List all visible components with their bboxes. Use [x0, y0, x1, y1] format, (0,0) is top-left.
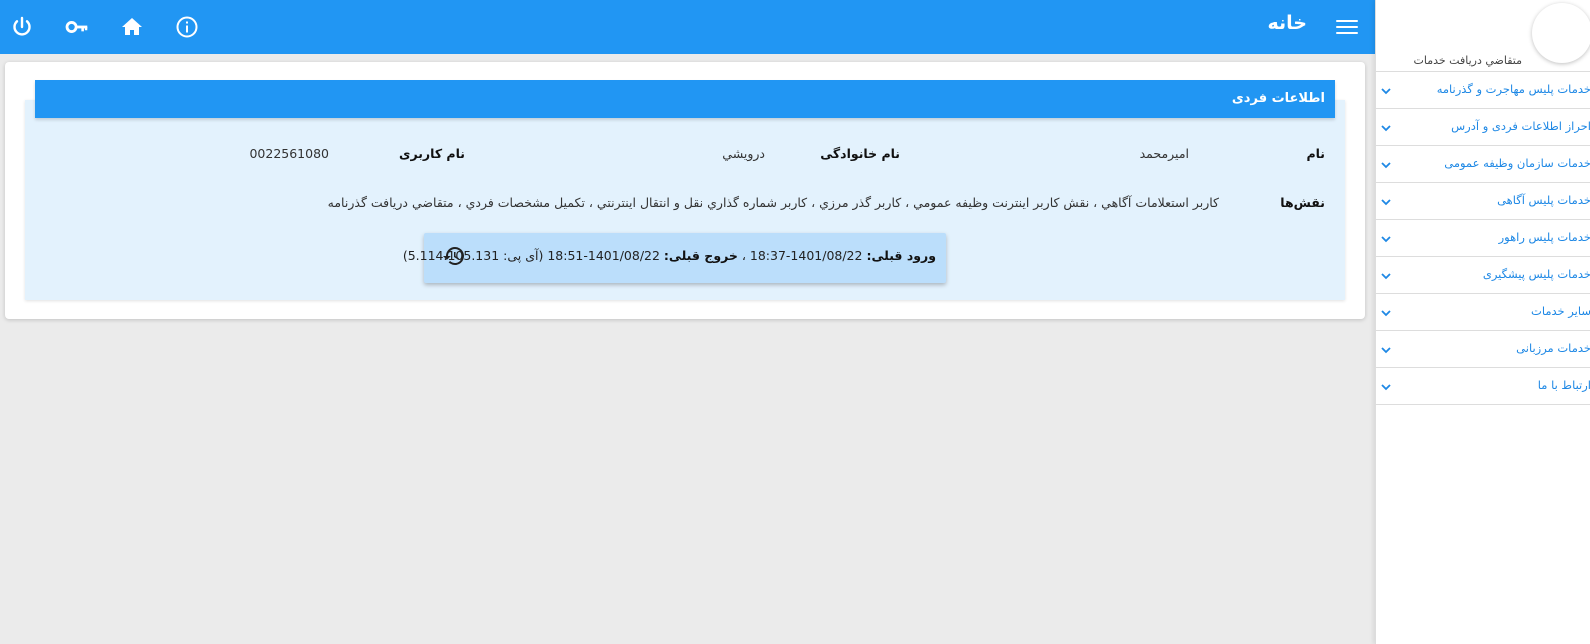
roles-value: کاربر استعلامات آگاهي ، نقش کاربر اينترن…	[327, 195, 1219, 210]
username-value: 0022561080	[249, 146, 329, 161]
menu-icon[interactable]	[1336, 16, 1358, 38]
sidebar-item-label: ارتباط با ما	[1537, 378, 1590, 392]
chevron-down-icon	[1381, 88, 1391, 95]
last-login-text: ورود قبلی: 1401/08/22-18:37 ، خروج قبلی:…	[403, 248, 936, 263]
sidebar-item-other-services[interactable]: سایر خدمات	[1376, 294, 1590, 331]
sidebar-nav: خدمات پلیس مهاجرت و گذرنامه احراز اطلاعا…	[1376, 71, 1590, 405]
family-value: درويشي	[722, 146, 765, 161]
avatar[interactable]	[1532, 3, 1590, 63]
info-icon[interactable]	[173, 13, 201, 41]
top-app-bar: خانه	[0, 0, 1375, 54]
last-login-box: ورود قبلی: 1401/08/22-18:37 ، خروج قبلی:…	[403, 233, 946, 283]
roles-label: نقش‌ها	[1280, 195, 1325, 210]
key-icon[interactable]	[63, 13, 91, 41]
chevron-down-icon	[1381, 236, 1391, 243]
sidebar: متقاضي دريافت خدمات خدمات پلیس مهاجرت و …	[1375, 0, 1590, 644]
sidebar-item-border-guard[interactable]: خدمات مرزبانی	[1376, 331, 1590, 368]
power-icon[interactable]	[8, 13, 36, 41]
sidebar-item-label: سایر خدمات	[1531, 304, 1590, 318]
profile-card: اطلاعات فردی نام اميرمحمد نام خانوادگی د…	[5, 62, 1365, 319]
sidebar-item-immigration-passport[interactable]: خدمات پلیس مهاجرت و گذرنامه	[1376, 72, 1590, 109]
sidebar-item-label: خدمات پلیس پیشگیری	[1482, 267, 1590, 281]
chevron-down-icon	[1381, 273, 1391, 280]
chevron-down-icon	[1381, 347, 1391, 354]
name-value: اميرمحمد	[1139, 146, 1189, 161]
chevron-down-icon	[1381, 125, 1391, 132]
user-role: متقاضي دريافت خدمات	[1413, 54, 1523, 67]
sidebar-item-conscription[interactable]: خدمات سازمان وظیفه عمومی	[1376, 146, 1590, 183]
sidebar-item-label: احراز اطلاعات فردی و آدرس	[1451, 119, 1590, 133]
chevron-down-icon	[1381, 310, 1391, 317]
chevron-down-icon	[1381, 199, 1391, 206]
prev-login-value: 1401/08/22-18:37 ،	[741, 248, 863, 263]
page-title: خانه	[1267, 12, 1307, 34]
sidebar-item-prevention-police[interactable]: خدمات پلیس پیشگیری	[1376, 257, 1590, 294]
sidebar-item-identity-address[interactable]: احراز اطلاعات فردی و آدرس	[1376, 109, 1590, 146]
sidebar-item-contact-us[interactable]: ارتباط با ما	[1376, 368, 1590, 405]
sidebar-item-traffic-police[interactable]: خدمات پلیس راهور	[1376, 220, 1590, 257]
section-header: اطلاعات فردی	[35, 80, 1335, 118]
name-label: نام	[1306, 146, 1325, 161]
username-label: نام کاربری	[399, 146, 465, 161]
sidebar-item-label: خدمات پلیس آگاهی	[1497, 193, 1590, 207]
prev-logout-label: خروج قبلی:	[663, 248, 738, 263]
family-label: نام خانوادگی	[820, 146, 900, 161]
chevron-down-icon	[1381, 384, 1391, 391]
chevron-down-icon	[1381, 162, 1391, 169]
home-icon[interactable]	[118, 13, 146, 41]
sidebar-item-label: خدمات مرزبانی	[1516, 341, 1590, 355]
sidebar-item-label: خدمات پلیس مهاجرت و گذرنامه	[1436, 82, 1590, 96]
sidebar-item-label: خدمات سازمان وظیفه عمومی	[1444, 156, 1590, 170]
sidebar-item-label: خدمات پلیس راهور	[1498, 230, 1590, 244]
ip-text: (آی پی: 5.114.105.131)	[402, 248, 544, 263]
prev-logout-value: 1401/08/22-18:51	[547, 248, 660, 263]
prev-login-label: ورود قبلی:	[866, 248, 936, 263]
sidebar-item-detective-police[interactable]: خدمات پلیس آگاهی	[1376, 183, 1590, 220]
